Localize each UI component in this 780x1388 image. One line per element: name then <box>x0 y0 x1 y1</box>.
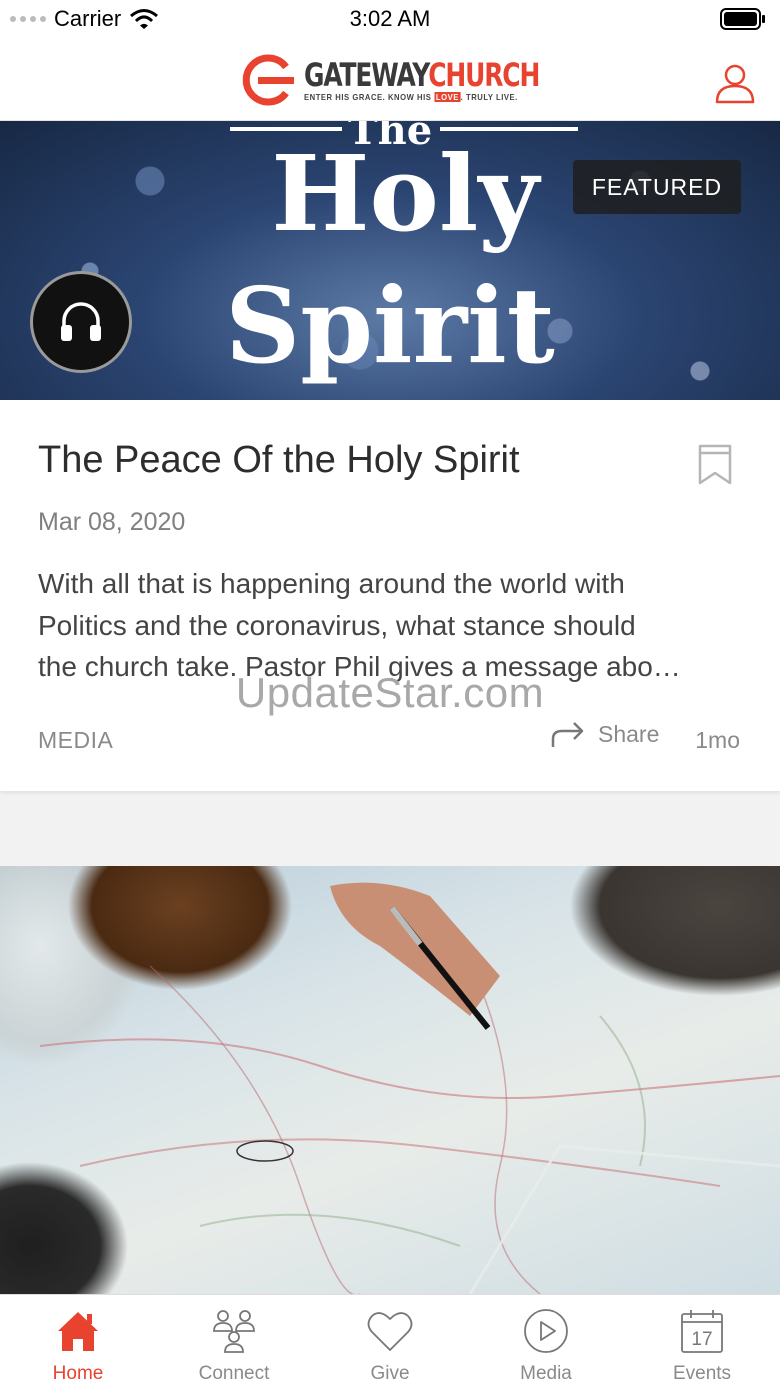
gateway-church-logo[interactable]: GATEWAYCHURCH ENTER HIS GRACE. KNOW HIS … <box>238 52 605 108</box>
description-line: With all that is happening around the wo… <box>38 568 625 599</box>
tab-label: Media <box>520 1363 572 1384</box>
map-card-image[interactable] <box>0 866 780 1294</box>
card-category: MEDIA <box>38 727 114 753</box>
tab-label: Give <box>370 1363 410 1384</box>
share-label: Share <box>598 720 660 747</box>
user-icon[interactable] <box>714 62 756 104</box>
nav-bar: GATEWAYCHURCH ENTER HIS GRACE. KNOW HIS … <box>0 40 780 121</box>
play-icon <box>524 1309 568 1353</box>
logo-tagline: ENTER HIS GRACE. KNOW HIS LOVE. TRULY LI… <box>304 92 518 102</box>
calendar-icon: 17 <box>681 1310 723 1353</box>
card-date: Mar 08, 2020 <box>38 508 186 536</box>
tab-media[interactable]: Media <box>468 1295 624 1388</box>
bookmark-icon[interactable] <box>697 443 733 485</box>
map-illustration <box>39 882 780 1294</box>
headphones-icon <box>61 302 101 341</box>
tab-home[interactable]: Home <box>0 1295 156 1388</box>
watermark: UpdateStar.com <box>235 669 545 716</box>
status-time: 3:02 AM <box>349 6 431 31</box>
card-title[interactable]: The Peace Of the Holy Spirit <box>38 439 520 482</box>
tab-events[interactable]: 17 Events <box>624 1295 780 1388</box>
share-button[interactable]: Share <box>550 719 659 749</box>
logo-wordmark: GATEWAYCHURCH <box>304 56 540 94</box>
home-icon <box>58 1312 98 1351</box>
tab-connect[interactable]: Connect <box>156 1295 312 1388</box>
heart-icon <box>367 1312 413 1351</box>
tab-bar: Home Connect Give Media 17 Events <box>0 1294 780 1388</box>
featured-badge: FEATURED <box>573 160 741 214</box>
description-line: Politics and the coronavirus, what stanc… <box>38 609 636 641</box>
calendar-day: 17 <box>691 1329 712 1350</box>
featured-card[interactable]: The Holy Spirit FEATURED The Peace Of th… <box>0 121 780 791</box>
tab-give[interactable]: Give <box>312 1295 468 1388</box>
share-arrow-icon <box>551 722 584 747</box>
audio-button[interactable] <box>30 271 132 373</box>
tab-label: Connect <box>198 1363 270 1384</box>
logo-mark-icon <box>242 54 294 106</box>
people-icon <box>213 1310 255 1353</box>
tab-label: Home <box>52 1363 104 1384</box>
status-bar: Carrier 3:02 AM <box>0 0 780 40</box>
card-age: 1mo <box>695 727 740 753</box>
featured-hero-image[interactable]: The Holy Spirit FEATURED <box>0 121 780 400</box>
tab-label: Events <box>672 1363 732 1384</box>
battery-icon <box>720 8 765 30</box>
